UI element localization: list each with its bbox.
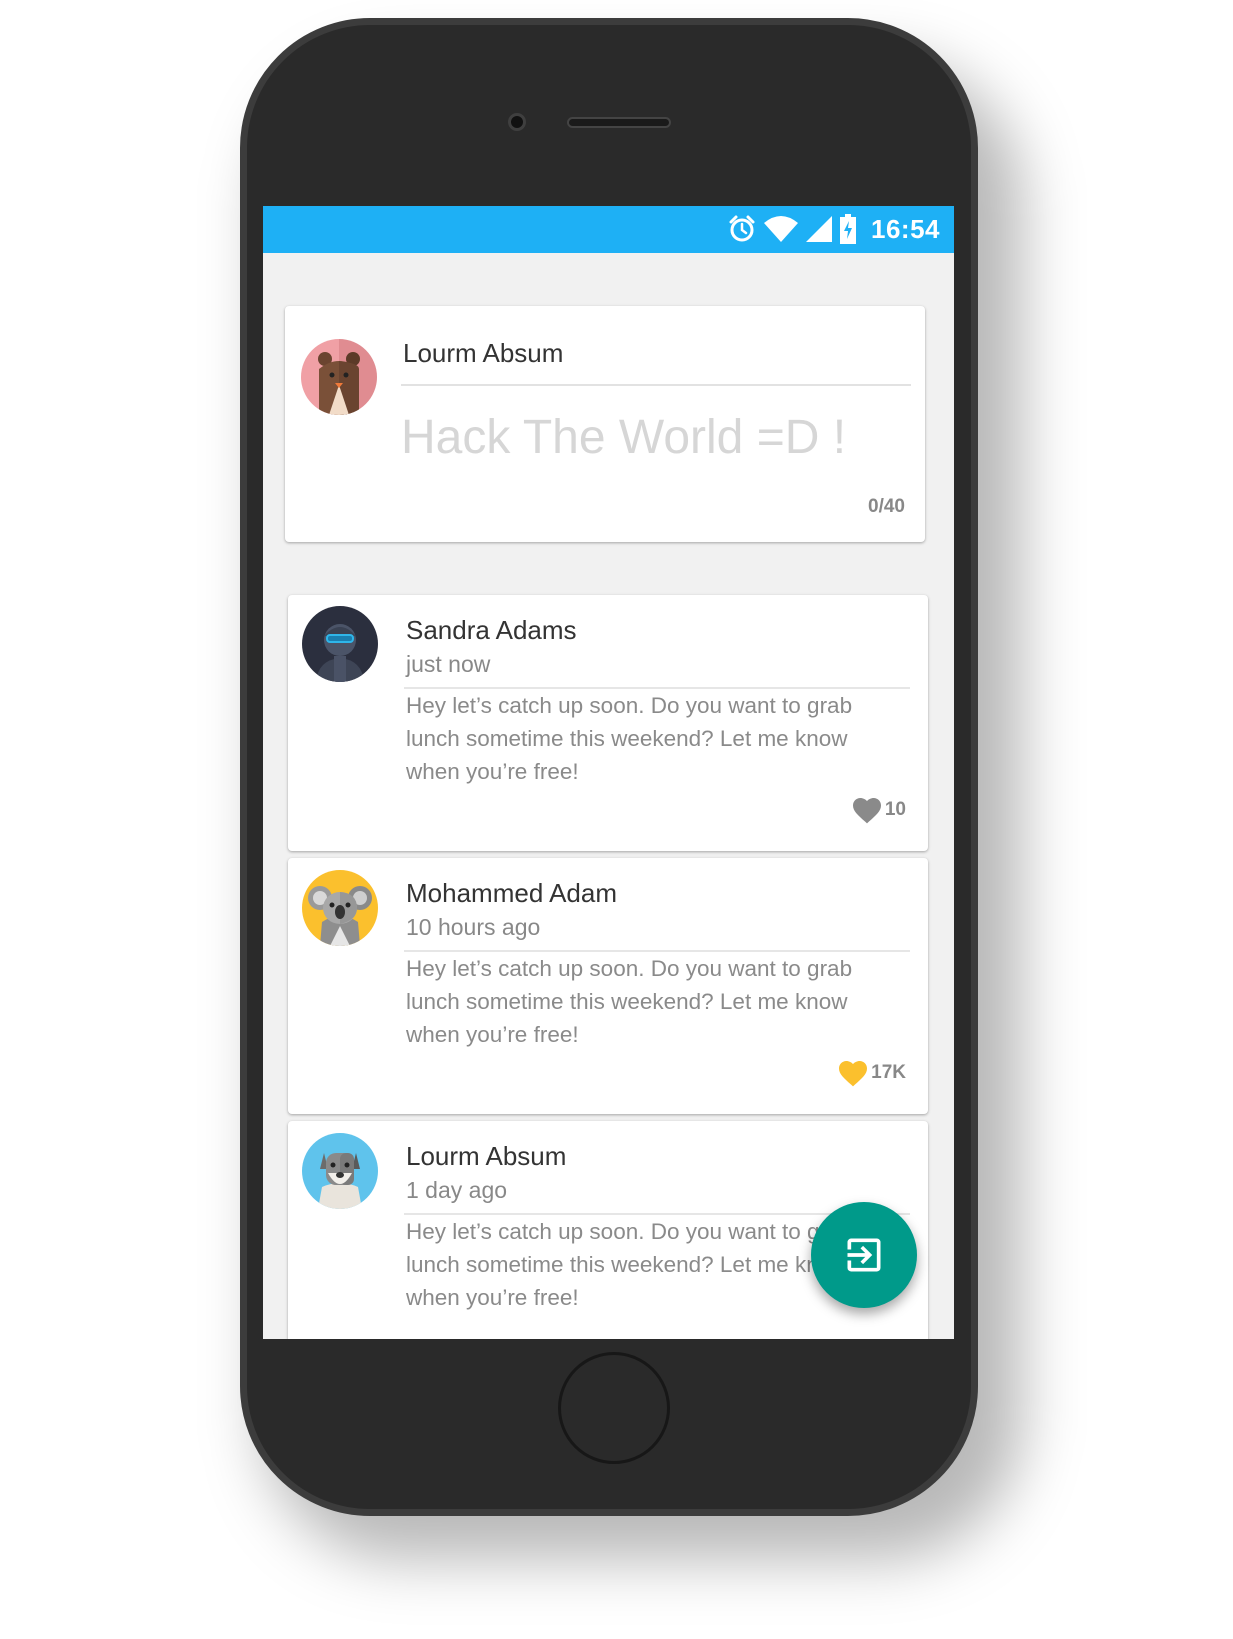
like-count: 17K xyxy=(871,1062,906,1083)
like-button[interactable]: 17K xyxy=(837,1058,906,1088)
battery-charging-icon xyxy=(840,214,856,244)
character-counter: 0/40 xyxy=(868,496,905,517)
signal-icon xyxy=(806,216,832,242)
post-body: Hey let’s catch up soon. Do you want to … xyxy=(406,693,853,784)
earpiece-speaker xyxy=(567,117,671,128)
compose-divider xyxy=(401,384,911,386)
status-icons: 16:54 xyxy=(727,212,940,246)
app-screen: 16:54 Lourm Absum 0/40 xyxy=(263,206,954,1339)
exit-fab-button[interactable] xyxy=(811,1202,917,1308)
exit-to-app-icon xyxy=(847,1238,881,1272)
heart-icon xyxy=(852,798,881,824)
post-body: Hey let’s catch up soon. Do you want to … xyxy=(406,956,853,1047)
post-timestamp: 10 hours ago xyxy=(406,914,541,940)
like-button[interactable]: 10 xyxy=(851,795,906,825)
post-author: Lourm Absum xyxy=(406,1141,567,1171)
wifi-icon xyxy=(764,216,798,242)
compose-card: Lourm Absum 0/40 xyxy=(285,306,925,542)
post-timestamp: 1 day ago xyxy=(406,1177,508,1203)
post-card[interactable]: Sandra Adams just now Hey let’s catch up… xyxy=(288,595,928,851)
post-card[interactable]: Mohammed Adam 10 hours ago Hey let’s cat… xyxy=(288,858,928,1114)
post-timestamp: just now xyxy=(406,651,491,677)
post-author: Sandra Adams xyxy=(406,615,577,645)
status-time: 16:54 xyxy=(871,213,940,244)
post-author: Mohammed Adam xyxy=(406,878,617,908)
status-input[interactable] xyxy=(401,410,901,465)
koala-avatar xyxy=(302,870,378,946)
bear-avatar xyxy=(301,339,377,415)
like-count: 10 xyxy=(884,799,906,820)
front-camera xyxy=(508,113,526,131)
status-bar: 16:54 xyxy=(263,206,954,253)
alarm-icon xyxy=(729,215,755,242)
compose-user-name: Lourm Absum xyxy=(403,338,564,368)
dog-avatar xyxy=(302,1133,378,1209)
home-button[interactable] xyxy=(558,1352,670,1464)
soldier-avatar xyxy=(302,606,378,682)
heart-icon xyxy=(839,1061,868,1087)
